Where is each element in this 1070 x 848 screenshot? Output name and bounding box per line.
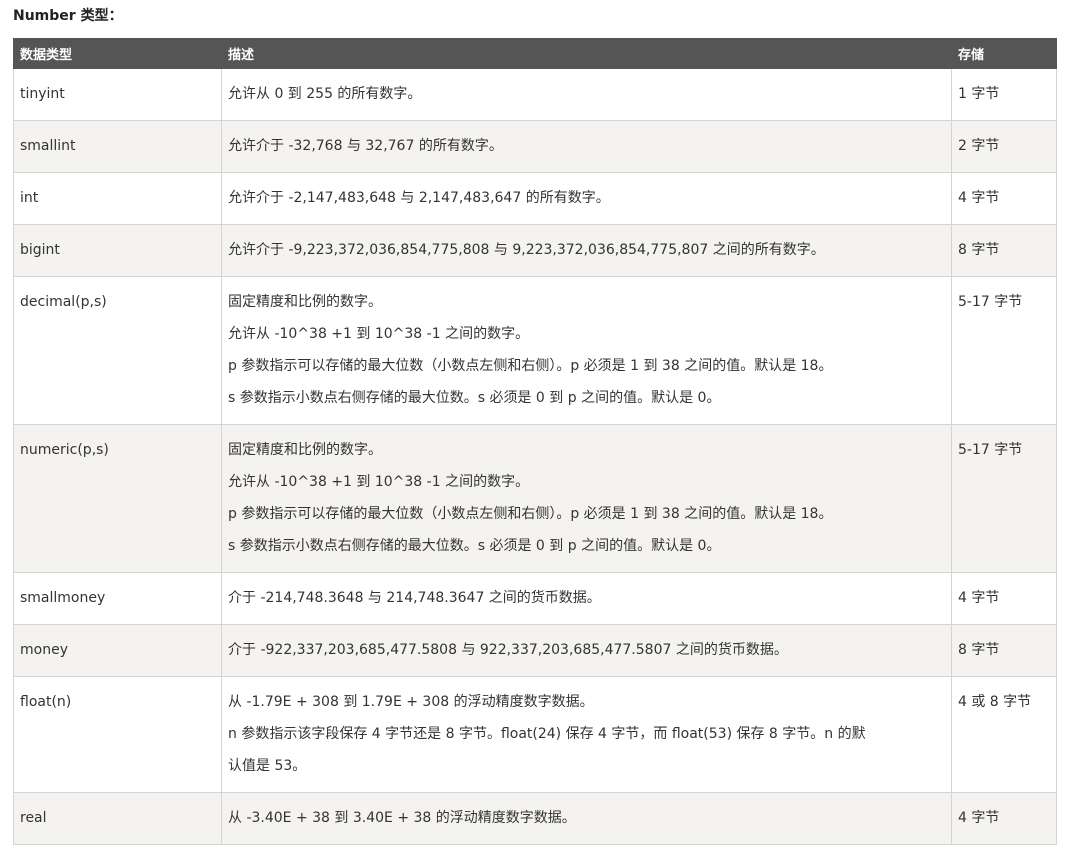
description-line: 介于 -922,337,203,685,477.5808 与 922,337,2… xyxy=(228,642,788,658)
number-types-table: 数据类型 描述 存储 tinyint 允许从 0 到 255 的所有数字。 1 字节… xyxy=(13,38,1057,845)
description-line: 从 -3.40E + 38 到 3.40E + 38 的浮动精度数字数据。 xyxy=(228,810,576,826)
table-row: decimal(p,s) 固定精度和比例的数字。 允许从 -10^38 +1 到 1… xyxy=(13,276,1057,425)
cell-data-type: real xyxy=(13,792,222,845)
description-line: 从 -1.79E + 308 到 1.79E + 308 的浮动精度数字数据。 xyxy=(228,694,594,710)
cell-description: 允许介于 -2,147,483,648 与 2,147,483,647 的所有数… xyxy=(221,172,952,225)
table-row: smallint 允许介于 -32,768 与 32,767 的所有数字。 2 字节 xyxy=(13,120,1057,173)
description-line: 允许从 0 到 255 的所有数字。 xyxy=(228,86,422,102)
cell-storage: 5-17 字节 xyxy=(951,424,1057,573)
cell-description: 允许从 0 到 255 的所有数字。 xyxy=(221,68,952,121)
description-line: p 参数指示可以存储的最大位数（小数点左侧和右侧）。p 必须是 1 到 38 之… xyxy=(228,358,833,374)
cell-description: 允许介于 -32,768 与 32,767 的所有数字。 xyxy=(221,120,952,173)
cell-storage: 8 字节 xyxy=(951,624,1057,677)
table-row: money 介于 -922,337,203,685,477.5808 与 922,… xyxy=(13,624,1057,677)
cell-data-type: decimal(p,s) xyxy=(13,276,222,425)
description-line: 允许介于 -32,768 与 32,767 的所有数字。 xyxy=(228,138,503,154)
cell-data-type: tinyint xyxy=(13,68,222,121)
description-line: 认值是 53。 xyxy=(228,758,307,774)
table-row: real 从 -3.40E + 38 到 3.40E + 38 的浮动精度数字数据… xyxy=(13,792,1057,845)
table-row: numeric(p,s) 固定精度和比例的数字。 允许从 -10^38 +1 到 1… xyxy=(13,424,1057,573)
cell-storage: 1 字节 xyxy=(951,68,1057,121)
cell-storage: 4 字节 xyxy=(951,792,1057,845)
section-title: Number 类型： xyxy=(13,8,123,24)
cell-description: 允许介于 -9,223,372,036,854,775,808 与 9,223,… xyxy=(221,224,952,277)
table-row: smallmoney 介于 -214,748.3648 与 214,748.364… xyxy=(13,572,1057,625)
header-storage: 存储 xyxy=(951,38,1057,69)
description-line: 固定精度和比例的数字。 xyxy=(228,442,382,458)
cell-description: 固定精度和比例的数字。允许从 -10^38 +1 到 10^38 -1 之间的数… xyxy=(221,276,952,425)
table-row: tinyint 允许从 0 到 255 的所有数字。 1 字节 xyxy=(13,68,1057,121)
cell-data-type: smallmoney xyxy=(13,572,222,625)
description-line: s 参数指示小数点右侧存储的最大位数。s 必须是 0 到 p 之间的值。默认是 … xyxy=(228,390,721,406)
cell-description: 从 -1.79E + 308 到 1.79E + 308 的浮动精度数字数据。 n… xyxy=(221,676,952,793)
cell-storage: 2 字节 xyxy=(951,120,1057,173)
description-line: n 参数指示该字段保存 4 字节还是 8 字节。float(24) 保存 4 字… xyxy=(228,726,866,742)
cell-description: 从 -3.40E + 38 到 3.40E + 38 的浮动精度数字数据。 xyxy=(221,792,952,845)
table-row: bigint 允许介于 -9,223,372,036,854,775,808 与 … xyxy=(13,224,1057,277)
cell-storage: 8 字节 xyxy=(951,224,1057,277)
description-line: 允许介于 -2,147,483,648 与 2,147,483,647 的所有数… xyxy=(228,190,610,206)
table-row: float(n) 从 -1.79E + 308 到 1.79E + 308 的浮动… xyxy=(13,676,1057,793)
cell-storage: 4 或 8 字节 xyxy=(951,676,1057,793)
description-line: s 参数指示小数点右侧存储的最大位数。s 必须是 0 到 p 之间的值。默认是 … xyxy=(228,538,721,554)
description-line: 允许从 -10^38 +1 到 10^38 -1 之间的数字。 xyxy=(228,326,530,342)
header-data-type: 数据类型 xyxy=(13,38,222,69)
cell-storage: 5-17 字节 xyxy=(951,276,1057,425)
cell-description: 介于 -214,748.3648 与 214,748.3647 之间的货币数据。 xyxy=(221,572,952,625)
cell-description: 介于 -922,337,203,685,477.5808 与 922,337,2… xyxy=(221,624,952,677)
cell-description: 固定精度和比例的数字。允许从 -10^38 +1 到 10^38 -1 之间的数… xyxy=(221,424,952,573)
cell-data-type: numeric(p,s) xyxy=(13,424,222,573)
cell-data-type: money xyxy=(13,624,222,677)
description-line: p 参数指示可以存储的最大位数（小数点左侧和右侧）。p 必须是 1 到 38 之… xyxy=(228,506,833,522)
description-line: 介于 -214,748.3648 与 214,748.3647 之间的货币数据。 xyxy=(228,590,601,606)
cell-data-type: bigint xyxy=(13,224,222,277)
cell-data-type: smallint xyxy=(13,120,222,173)
description-line: 固定精度和比例的数字。 xyxy=(228,294,382,310)
description-line: 允许从 -10^38 +1 到 10^38 -1 之间的数字。 xyxy=(228,474,530,490)
header-description: 描述 xyxy=(221,38,952,69)
cell-data-type: float(n) xyxy=(13,676,222,793)
cell-storage: 4 字节 xyxy=(951,572,1057,625)
cell-data-type: int xyxy=(13,172,222,225)
table-row: int 允许介于 -2,147,483,648 与 2,147,483,647 的… xyxy=(13,172,1057,225)
description-line: 允许介于 -9,223,372,036,854,775,808 与 9,223,… xyxy=(228,242,825,258)
table-header-row: 数据类型 描述 存储 xyxy=(13,38,1057,69)
cell-storage: 4 字节 xyxy=(951,172,1057,225)
